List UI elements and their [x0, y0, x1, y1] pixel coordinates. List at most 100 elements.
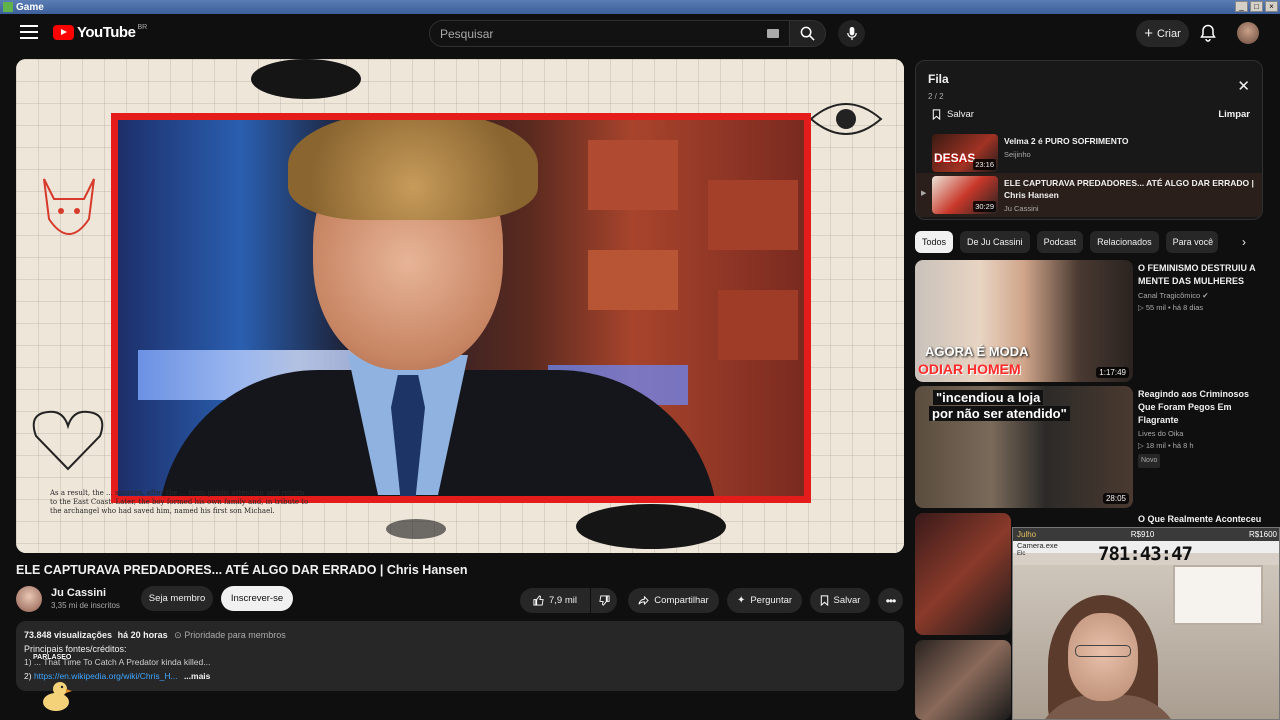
description-box[interactable]: 73.848 visualizações há 20 horas ⊙ Prior…	[16, 621, 904, 691]
share-icon	[638, 595, 650, 606]
logo-text: YouTube	[77, 24, 136, 41]
search-button[interactable]	[789, 20, 826, 47]
show-more-link[interactable]: ...mais	[184, 671, 210, 681]
video-duration: 28:05	[1102, 493, 1129, 504]
share-button[interactable]: Compartilhar	[628, 588, 719, 613]
close-icon[interactable]: ✕	[1237, 77, 1250, 95]
frame-caption: As a result, the ... sources, after the …	[50, 489, 309, 515]
filter-chips: Todos De Ju Cassini Podcast Relacionados…	[915, 231, 1218, 253]
thumb-text: AGORA É MODA	[925, 344, 1029, 359]
camera-window-title: Camera.exe	[1017, 541, 1058, 550]
close-window-button[interactable]: ×	[1265, 1, 1278, 12]
minimize-button[interactable]: _	[1235, 1, 1248, 12]
channel-avatar[interactable]	[16, 586, 42, 612]
webcam-feed	[1013, 565, 1279, 719]
maximize-button[interactable]: □	[1250, 1, 1263, 12]
recommendation-title: Reagindo aos Criminosos Que Foram Pegos …	[1138, 389, 1250, 425]
subscribe-button[interactable]: Inscrever-se	[221, 586, 293, 611]
create-label: Criar	[1156, 27, 1181, 40]
heart-drawing-icon	[32, 410, 104, 471]
views-icon: ▷	[1138, 441, 1144, 450]
eye-drawing-icon	[809, 103, 883, 135]
thumb-text: por não ser atendido"	[929, 406, 1070, 421]
like-button[interactable]: 7,9 mil	[520, 588, 590, 613]
goal-bar: Julho R$910 R$1600	[1013, 528, 1279, 541]
chip-for-you[interactable]: Para você	[1165, 231, 1218, 253]
chip-related[interactable]: Relacionados	[1090, 231, 1159, 253]
thumb-text: ODIAR HOMEM	[918, 361, 1021, 377]
queue-save-label: Salvar	[947, 109, 974, 120]
sparkle-icon: ✦	[736, 595, 746, 606]
queue-clear-button[interactable]: Limpar	[1218, 109, 1250, 120]
app-icon	[3, 2, 13, 12]
save-button[interactable]: Salvar	[810, 588, 870, 613]
queue-item-title: Velma 2 é PURO SOFRIMENTO	[1004, 136, 1129, 146]
create-button[interactable]: + Criar	[1136, 20, 1189, 47]
bookmark-icon	[932, 109, 941, 120]
recommendation-stats: ▷ 18 mil • há 8 h	[1138, 441, 1194, 450]
priority-icon: ⊙	[174, 630, 182, 640]
youtube-play-icon	[53, 25, 74, 40]
masthead: YouTube BR Pesquisar + Criar	[0, 14, 1280, 54]
recommendation-title: O FEMINISMO DESTRUIU A MENTE DAS MULHERE…	[1138, 263, 1256, 286]
youtube-logo[interactable]: YouTube BR	[53, 24, 147, 41]
window-titlebar: Game _ □ ×	[0, 0, 1280, 14]
recommendation-title: O Que Realmente Aconteceu	[1138, 514, 1262, 524]
queue-panel: Fila 2 / 2 ✕ Salvar Limpar DESAS 23:16 V…	[915, 60, 1263, 220]
microphone-icon	[846, 26, 857, 41]
logo-country: BR	[137, 24, 148, 31]
share-label: Compartilhar	[654, 595, 709, 606]
queue-thumbnail: 30:29	[932, 176, 998, 214]
subscriber-count: 3,35 mi de inscritos	[51, 601, 120, 610]
dislike-button[interactable]	[591, 588, 617, 613]
recommendation-thumbnail	[915, 640, 1011, 720]
keyboard-icon[interactable]	[767, 29, 779, 38]
queue-item[interactable]: DESAS 23:16 Velma 2 é PURO SOFRIMENTO Se…	[916, 131, 1262, 175]
recommendation-stats: ▷ 55 mil • há 8 dias	[1138, 303, 1204, 312]
now-playing-icon: ▶	[921, 190, 927, 197]
chevron-right-icon[interactable]: ›	[1242, 235, 1246, 249]
queue-item-current[interactable]: ▶ 30:29 ELE CAPTURAVA PREDADORES... ATÉ …	[916, 173, 1262, 217]
bookmark-icon	[820, 595, 828, 606]
join-button[interactable]: Seja membro	[141, 586, 213, 611]
voice-search-button[interactable]	[838, 20, 865, 47]
views-icon: ▷	[1138, 303, 1144, 312]
ink-splatter	[576, 504, 726, 549]
upload-age: há 8 h	[1172, 441, 1194, 450]
queue-item-channel: Seijinho	[1004, 150, 1031, 159]
save-label: Salvar	[833, 595, 861, 606]
recommendation-thumbnail	[915, 513, 1011, 635]
cat-drawing-icon	[43, 178, 95, 235]
channel-name: Canal Tragicômico	[1138, 291, 1201, 300]
chip-podcast[interactable]: Podcast	[1036, 231, 1084, 253]
chip-from-channel[interactable]: De Ju Cassini	[960, 231, 1030, 253]
recommendation-channel: Canal Tragicômico ✔	[1138, 290, 1209, 302]
channel-name[interactable]: Ju Cassini	[51, 587, 106, 599]
thumbs-down-icon	[598, 595, 610, 606]
recommendation-thumbnail: AGORA É MODA ODIAR HOMEM 1:17:49	[915, 260, 1133, 382]
chip-all[interactable]: Todos	[915, 231, 954, 253]
search-input[interactable]: Pesquisar	[429, 20, 790, 47]
recommendation-item[interactable]: "incendiou a loja por não ser atendido" …	[915, 386, 1270, 508]
video-duration: 1:17:49	[1096, 367, 1129, 378]
ink-splatter	[251, 59, 361, 99]
more-actions-button[interactable]: •••	[878, 588, 903, 613]
view-count: 73.848 visualizações	[24, 630, 113, 640]
video-player[interactable]: As a result, the ... sources, after the …	[16, 59, 904, 553]
upload-age: há 8 dias	[1172, 303, 1204, 312]
video-duration: 23:16	[973, 159, 996, 170]
description-stats: 73.848 visualizações há 20 horas ⊙ Prior…	[24, 630, 286, 641]
new-badge: Novo	[1138, 454, 1161, 468]
subscribe-label: Inscrever-se	[230, 593, 284, 604]
stream-timer: 781:43:47	[1098, 543, 1193, 565]
ask-button[interactable]: ✦ Perguntar	[727, 588, 802, 613]
plus-icon: +	[1144, 25, 1153, 42]
queue-save-button[interactable]: Salvar	[932, 109, 974, 120]
window-title: Game	[16, 1, 44, 13]
account-avatar[interactable]	[1237, 22, 1259, 44]
queue-title: Fila	[928, 72, 949, 86]
recommendation-item[interactable]: AGORA É MODA ODIAR HOMEM 1:17:49 O FEMIN…	[915, 260, 1270, 382]
ink-splatter	[386, 519, 446, 539]
hamburger-menu-icon[interactable]	[20, 25, 38, 39]
notifications-bell-icon[interactable]	[1200, 24, 1216, 47]
